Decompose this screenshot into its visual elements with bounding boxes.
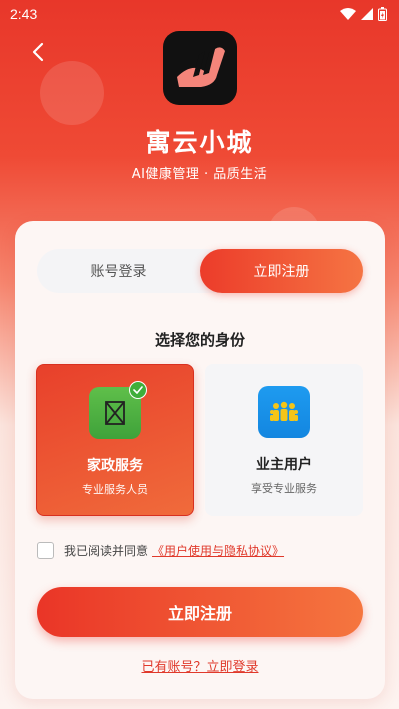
check-badge — [129, 381, 147, 399]
decorative-circle — [40, 61, 104, 125]
battery-icon — [378, 7, 387, 21]
role-desc: 专业服务人员 — [82, 483, 148, 496]
signal-icon — [361, 8, 373, 20]
role-icon-box — [258, 386, 310, 438]
role-card-housekeeping[interactable]: 家政服务 专业服务人员 — [36, 364, 194, 516]
check-icon — [133, 386, 143, 394]
agreement-text: 我已阅读并同意 — [64, 544, 149, 558]
logo-icon — [177, 47, 225, 87]
app-name: 寓云小城 — [145, 128, 254, 157]
login-link[interactable]: 已有账号？立即登录 — [15, 656, 385, 675]
identity-title: 选择您的身份 — [154, 331, 245, 349]
role-desc: 享受专业服务 — [251, 482, 317, 495]
back-button[interactable] — [22, 36, 54, 68]
status-time: 2:43 — [10, 6, 38, 22]
family-users-icon — [270, 401, 298, 421]
wifi-icon — [340, 8, 356, 20]
auth-tabs: 账号登录 立即注册 — [37, 249, 363, 293]
app-slogan: AI健康管理 · 品质生活 — [131, 167, 268, 182]
tab-account-login[interactable]: 账号登录 — [37, 249, 200, 293]
tab-register[interactable]: 立即注册 — [200, 249, 363, 293]
chevron-left-icon — [32, 42, 44, 62]
role-card-owner[interactable]: 业主用户 享受专业服务 — [205, 364, 363, 516]
role-title: 家政服务 — [87, 458, 143, 474]
app-logo — [163, 31, 237, 105]
status-bar: 2:43 — [0, 0, 399, 28]
role-title: 业主用户 — [256, 457, 312, 473]
housekeeping-icon — [105, 401, 125, 425]
agreement-link[interactable]: 《用户使用与隐私协议》 — [152, 542, 284, 559]
role-icon-box — [89, 381, 147, 439]
agreement-checkbox[interactable] — [37, 542, 54, 559]
register-button[interactable]: 立即注册 — [37, 587, 363, 637]
agreement-row: 我已阅读并同意 《用户使用与隐私协议》 — [37, 542, 284, 559]
register-card: 账号登录 立即注册 选择您的身份 家政服务 专业服务人员 业主用户 享受专业服务… — [15, 221, 385, 699]
